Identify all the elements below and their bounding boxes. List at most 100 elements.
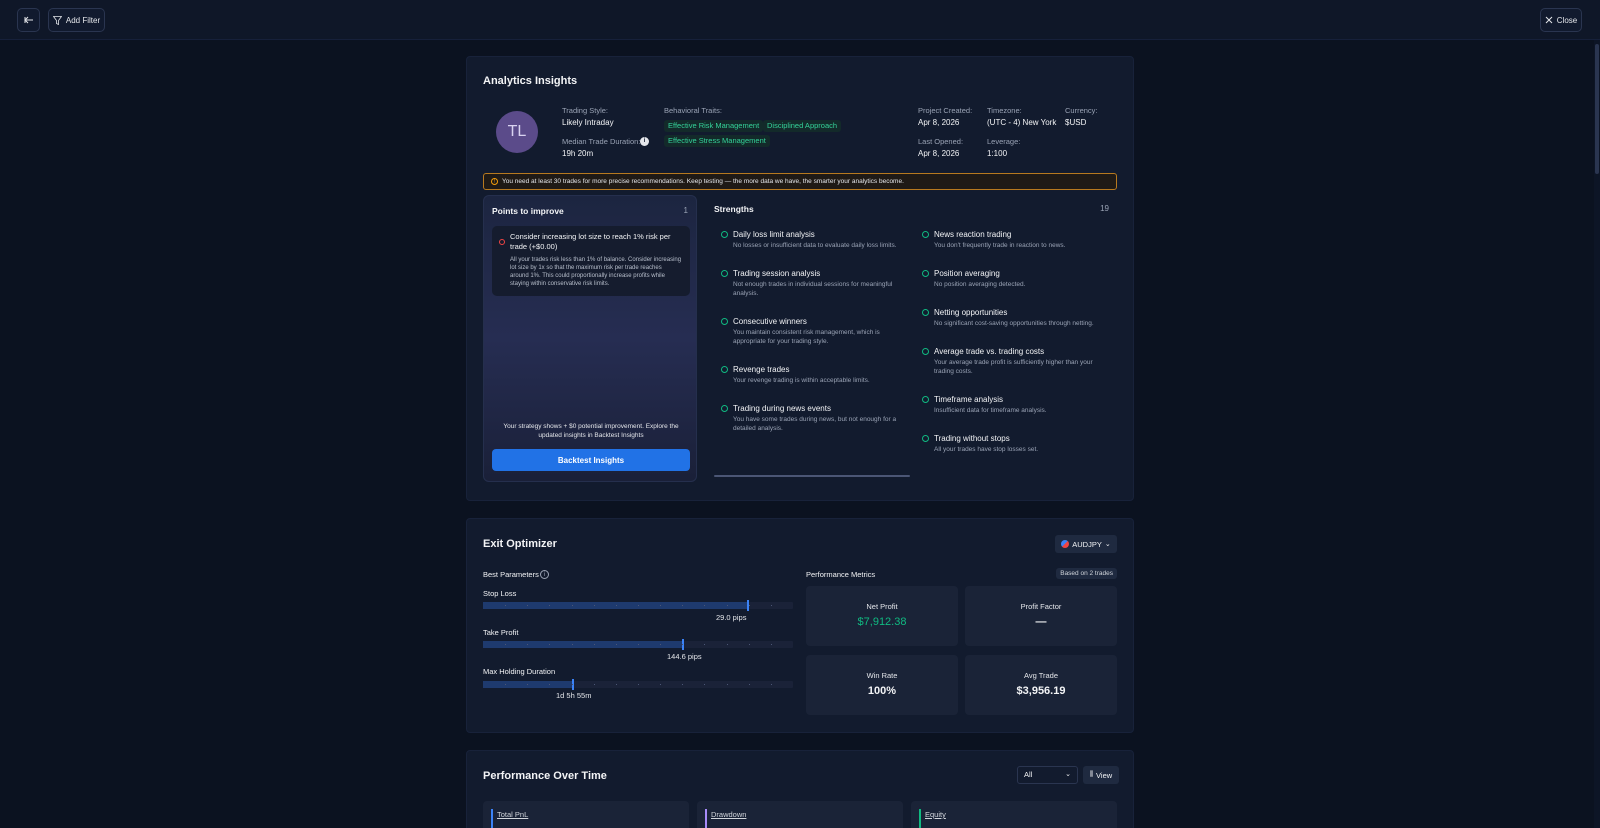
back-button[interactable]	[17, 8, 40, 32]
warning-text: You need at least 30 trades for more pre…	[502, 178, 904, 185]
trait-tag: Effective Risk Management	[664, 120, 764, 132]
chevron-down-icon: ⌄	[1065, 771, 1071, 778]
points-title: Points to improve	[492, 206, 564, 216]
add-filter-button[interactable]: Add Filter	[48, 8, 105, 32]
metric-avg-trade: Avg Trade $3,956.19	[965, 655, 1117, 715]
improvement-title: Consider increasing lot size to reach 1%…	[510, 232, 671, 251]
slider-tick	[638, 684, 639, 685]
add-filter-label: Add Filter	[65, 15, 101, 25]
currency-label: Currency:	[1065, 106, 1098, 115]
slider-tick	[770, 684, 772, 685]
slider-tick	[704, 644, 706, 645]
avatar: TL	[496, 111, 538, 153]
slider-tick	[748, 684, 750, 685]
improvement-item[interactable]: Consider increasing lot size to reach 1%…	[492, 226, 690, 296]
take-profit-slider[interactable]	[483, 639, 793, 650]
last-opened-value: Apr 8, 2026	[918, 149, 960, 158]
symbol-select[interactable]: AUDJPY ⌄	[1055, 535, 1117, 553]
slider-tick	[615, 684, 617, 685]
exit-optimizer-title: Exit Optimizer	[483, 538, 557, 550]
metric-value: $7,912.38	[857, 616, 907, 628]
slider-tick	[660, 684, 662, 685]
check-circle-icon	[922, 348, 929, 355]
performance-metrics-label: Performance Metrics	[806, 570, 876, 579]
strength-title: News reaction trading	[934, 230, 1012, 239]
check-circle-icon	[721, 405, 728, 412]
card-label: Drawdown	[711, 810, 747, 819]
stop-loss-slider[interactable]	[483, 600, 793, 611]
top-toolbar: Add Filter Close	[0, 0, 1600, 40]
check-circle-icon	[922, 231, 929, 238]
timezone-label: Timezone:	[987, 106, 1022, 115]
close-button[interactable]: Close	[1540, 8, 1582, 32]
slider-tick	[726, 605, 728, 606]
take-profit-value: 144.6 pips	[667, 652, 702, 661]
exit-optimizer-card: Exit Optimizer AUDJPY ⌄ Best Parameters …	[466, 518, 1134, 733]
slider-tick	[571, 644, 573, 645]
last-opened-label: Last Opened:	[918, 137, 964, 146]
metric-win-rate: Win Rate 100%	[806, 655, 958, 715]
slider-tick	[748, 605, 750, 606]
slider-tick	[505, 644, 507, 645]
slider-tick	[660, 644, 662, 645]
analytics-insights-card: Analytics Insights TL Trading Style: Lik…	[466, 56, 1134, 501]
info-icon[interactable]: i	[540, 570, 549, 579]
project-created-value: Apr 8, 2026	[918, 118, 960, 127]
slider-tick	[615, 644, 617, 645]
strength-title: Trading without stops	[934, 434, 1010, 443]
analytics-title: Analytics Insights	[483, 75, 578, 87]
slider-tick	[593, 605, 595, 606]
metric-profit-factor: Profit Factor —	[965, 586, 1117, 646]
trait-tag: Disciplined Approach	[763, 120, 842, 132]
slider-tick	[527, 684, 529, 685]
check-circle-icon	[721, 318, 728, 325]
strength-title: Trading session analysis	[733, 269, 821, 278]
close-icon	[1545, 16, 1553, 24]
trading-style-value: Likely Intraday	[562, 118, 614, 127]
check-circle-icon	[922, 396, 929, 403]
slider-tick	[593, 684, 595, 685]
slider-tick	[726, 644, 728, 645]
slider-tick	[571, 605, 573, 606]
check-circle-icon	[922, 270, 929, 277]
slider-tick	[748, 644, 750, 645]
strength-desc: No losses or insufficient data to evalua…	[733, 242, 897, 249]
info-icon[interactable]: i	[640, 137, 649, 146]
slider-tick	[527, 605, 529, 606]
metric-label: Profit Factor	[1020, 602, 1062, 611]
alert-icon	[499, 239, 505, 245]
strength-title: Consecutive winners	[733, 317, 807, 326]
drawdown-card[interactable]: Drawdown	[697, 801, 903, 828]
strength-title: Netting opportunities	[934, 308, 1008, 317]
strength-desc: You maintain consistent risk management,…	[733, 329, 880, 345]
performance-title: Performance Over Time	[483, 770, 607, 782]
backtest-insights-button[interactable]: Backtest Insights	[492, 449, 690, 471]
strengths-count: 19	[1100, 204, 1109, 213]
card-label: Total PnL	[497, 810, 529, 819]
view-button[interactable]: ⫼ View	[1083, 766, 1119, 784]
metric-net-profit: Net Profit $7,912.38	[806, 586, 958, 646]
based-on-badge: Based on 2 trades	[1056, 568, 1117, 579]
metric-label: Win Rate	[866, 671, 898, 680]
card-accent	[919, 809, 921, 828]
page-scrollbar-thumb[interactable]	[1595, 44, 1599, 174]
slider-tick	[660, 605, 662, 606]
leverage-label: Leverage:	[987, 137, 1021, 146]
leverage-value: 1:100	[987, 149, 1008, 158]
equity-card[interactable]: Equity	[911, 801, 1117, 828]
range-select[interactable]: All ⌄	[1017, 766, 1078, 784]
check-circle-icon	[922, 309, 929, 316]
slider-tick	[770, 644, 772, 645]
total-pnl-card[interactable]: Total PnL	[483, 801, 689, 828]
median-duration-label: Median Trade Duration:	[562, 137, 641, 146]
trait-tag: Effective Stress Management	[664, 135, 770, 147]
best-params-label: Best Parameters	[483, 570, 539, 579]
strengths-scrollbar[interactable]	[714, 475, 910, 477]
metric-value: —	[1035, 616, 1047, 628]
max-hold-slider[interactable]	[483, 679, 793, 690]
card-accent	[491, 809, 493, 828]
symbol-value: AUDJPY	[1072, 539, 1102, 549]
slider-tick	[638, 605, 639, 606]
slider-tick	[549, 605, 551, 606]
trading-style-label: Trading Style:	[562, 106, 608, 115]
